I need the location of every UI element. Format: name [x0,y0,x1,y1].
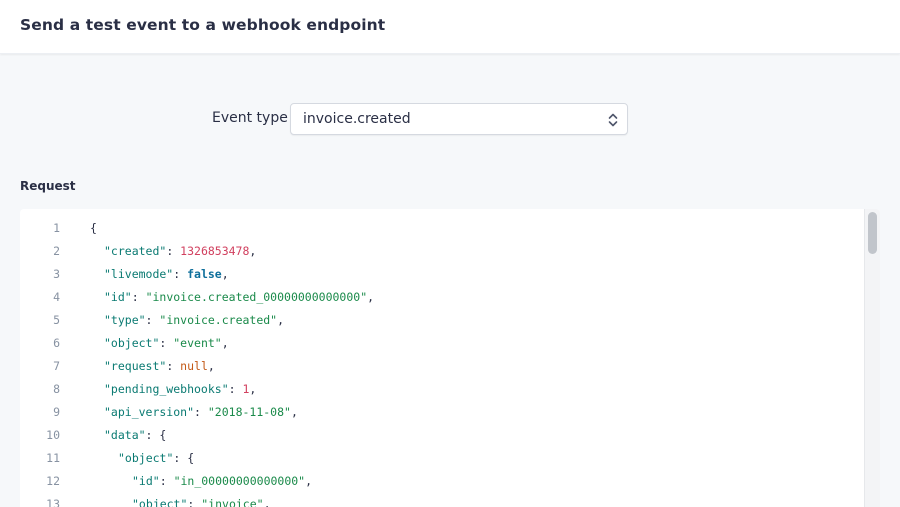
code-token-punc: : [131,290,146,304]
code-line: 5 "type": "invoice.created", [20,309,864,332]
code-line: 1{ [20,217,864,240]
code-token-punc: : { [145,428,167,442]
code-token-key: "id" [132,474,160,488]
code-token-punc: : [187,497,202,507]
line-number: 12 [46,474,60,488]
code-token-key: "object" [104,336,160,350]
code-line: 9 "api_version": "2018-11-08", [20,401,864,424]
code-token-punc: : [159,474,174,488]
code-token-punc: : [166,244,181,258]
line-number: 10 [46,428,60,442]
line-number: 3 [53,267,60,281]
code-scrollbar[interactable] [864,209,880,507]
dialog-header: Send a test event to a webhook endpoint [0,0,900,54]
code-token-key: "api_version" [104,405,195,419]
code-line: 13 "object": "invoice", [20,493,864,507]
code-token-punc: , [277,313,285,327]
code-line: 3 "livemode": false, [20,263,864,286]
code-token-str: "invoice.created_00000000000000" [145,290,368,304]
code-token-key: "object" [132,497,188,507]
code-content: "object": { [118,447,194,470]
code-content: "data": { [104,424,166,447]
code-content: "object": "event", [104,332,229,355]
code-line: 7 "request": null, [20,355,864,378]
code-line: 4 "id": "invoice.created_00000000000000", [20,286,864,309]
line-number: 9 [53,405,60,419]
code-token-punc: { [90,221,97,235]
code-token-str: "event" [173,336,222,350]
code-line: 11 "object": { [20,447,864,470]
line-number: 1 [53,221,60,235]
code-token-punc: , [221,336,229,350]
code-token-str: "in_00000000000000" [173,474,306,488]
line-number: 13 [46,497,60,507]
code-line: 10 "data": { [20,424,864,447]
code-content: "pending_webhooks": 1, [104,378,256,401]
code-token-punc: , [305,474,313,488]
code-token-str: "invoice" [201,497,264,507]
code-token-punc: , [367,290,375,304]
code-token-key: "request" [104,359,167,373]
code-token-punc: : [159,336,174,350]
code-token-null: null [180,359,208,373]
code-token-str: "invoice.created" [159,313,278,327]
code-token-key: "created" [104,244,167,258]
code-token-punc: , [263,497,271,507]
code-content: "created": 1326853478, [104,240,256,263]
code-content: "api_version": "2018-11-08", [104,401,298,424]
request-label: Request [20,179,76,193]
event-type-label: Event type [212,110,288,126]
code-token-punc: , [207,359,215,373]
event-type-select[interactable]: invoice.created [290,103,628,135]
code-line: 8 "pending_webhooks": 1, [20,378,864,401]
code-content: "request": null, [104,355,215,378]
event-type-selected-value: invoice.created [303,111,411,127]
line-number: 2 [53,244,60,258]
code-line: 12 "id": "in_00000000000000", [20,470,864,493]
code-content: "id": "invoice.created_00000000000000", [104,286,374,309]
line-number: 4 [53,290,60,304]
chevron-up-down-icon [607,112,619,128]
code-content: "type": "invoice.created", [104,309,284,332]
code-token-punc: : [194,405,208,419]
line-number: 8 [53,382,60,396]
code-token-key: "livemode" [104,267,174,281]
line-number: 6 [53,336,60,350]
code-line: 6 "object": "event", [20,332,864,355]
code-token-punc: : [173,267,188,281]
code-token-punc: : [145,313,160,327]
code-token-str: "2018-11-08" [207,405,291,419]
code-token-punc: : [166,359,181,373]
code-token-key: "id" [104,290,132,304]
code-line: 2 "created": 1326853478, [20,240,864,263]
code-content: "id": "in_00000000000000", [132,470,312,493]
line-number: 11 [46,451,60,465]
code-content: { [90,217,97,240]
code-token-punc: , [221,267,229,281]
line-number: 7 [53,359,60,373]
request-code-editor[interactable]: 1{2 "created": 1326853478, 3 "livemode": fa… [20,209,880,507]
page-title: Send a test event to a webhook endpoint [20,16,386,34]
code-token-num: 1326853478 [180,244,250,258]
code-token-punc: , [249,244,257,258]
code-token-key: "data" [104,428,146,442]
code-scrollbar-thumb[interactable] [868,212,877,254]
code-token-key: "pending_webhooks" [104,382,229,396]
line-number: 5 [53,313,60,327]
code-content: "livemode": false, [104,263,229,286]
code-token-bool: false [187,267,222,281]
code-token-punc: , [249,382,257,396]
code-token-punc: : { [173,451,195,465]
code-content: "object": "invoice", [132,493,271,507]
code-token-key: "type" [104,313,146,327]
code-token-punc: , [290,405,298,419]
code-token-punc: : [228,382,243,396]
code-token-key: "object" [118,451,174,465]
